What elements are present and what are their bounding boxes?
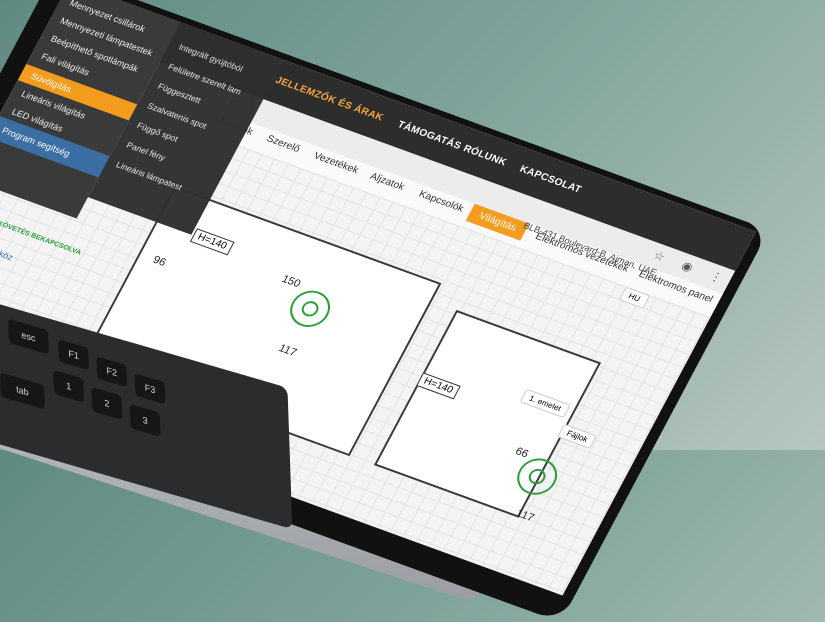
key-2: 2: [91, 386, 123, 420]
key-f3: F3: [134, 373, 166, 405]
distance-label-5: 117: [513, 507, 537, 525]
key-esc: esc: [8, 318, 49, 355]
nav-contact[interactable]: KAPCSOLAT: [518, 164, 584, 196]
key-f2: F2: [96, 356, 128, 388]
nav-about[interactable]: RÓLUNK: [461, 143, 508, 168]
photo-scene: JELLEMZŐK ÉS ÁRAK TÁMOGATÁS RÓLUNK KAPCS…: [0, 0, 825, 622]
key-f1: F1: [58, 339, 89, 371]
submenu-item[interactable]: Függesztett: [156, 81, 202, 105]
key-3: 3: [129, 404, 161, 437]
nav-support[interactable]: TÁMOGATÁS: [395, 119, 463, 152]
submenu-item[interactable]: Panel fény: [125, 140, 167, 163]
menu-icon[interactable]: ⋮: [707, 269, 725, 286]
extension-icon[interactable]: ◉: [679, 258, 695, 274]
files-button[interactable]: Fájlok: [557, 423, 598, 450]
submenu-item[interactable]: Függő spot: [135, 120, 180, 143]
star-icon[interactable]: ☆: [651, 248, 668, 264]
key-1: 1: [53, 369, 85, 403]
key-tab: tab: [0, 372, 45, 410]
submenu-item[interactable]: Lineáris lámpatest: [114, 160, 184, 193]
planner-tool-link[interactable]: Tervezőeszköz: [0, 233, 15, 262]
version-control-status: VERZIÓKÖVETÉS BEKAPCSOLVA: [0, 211, 83, 257]
